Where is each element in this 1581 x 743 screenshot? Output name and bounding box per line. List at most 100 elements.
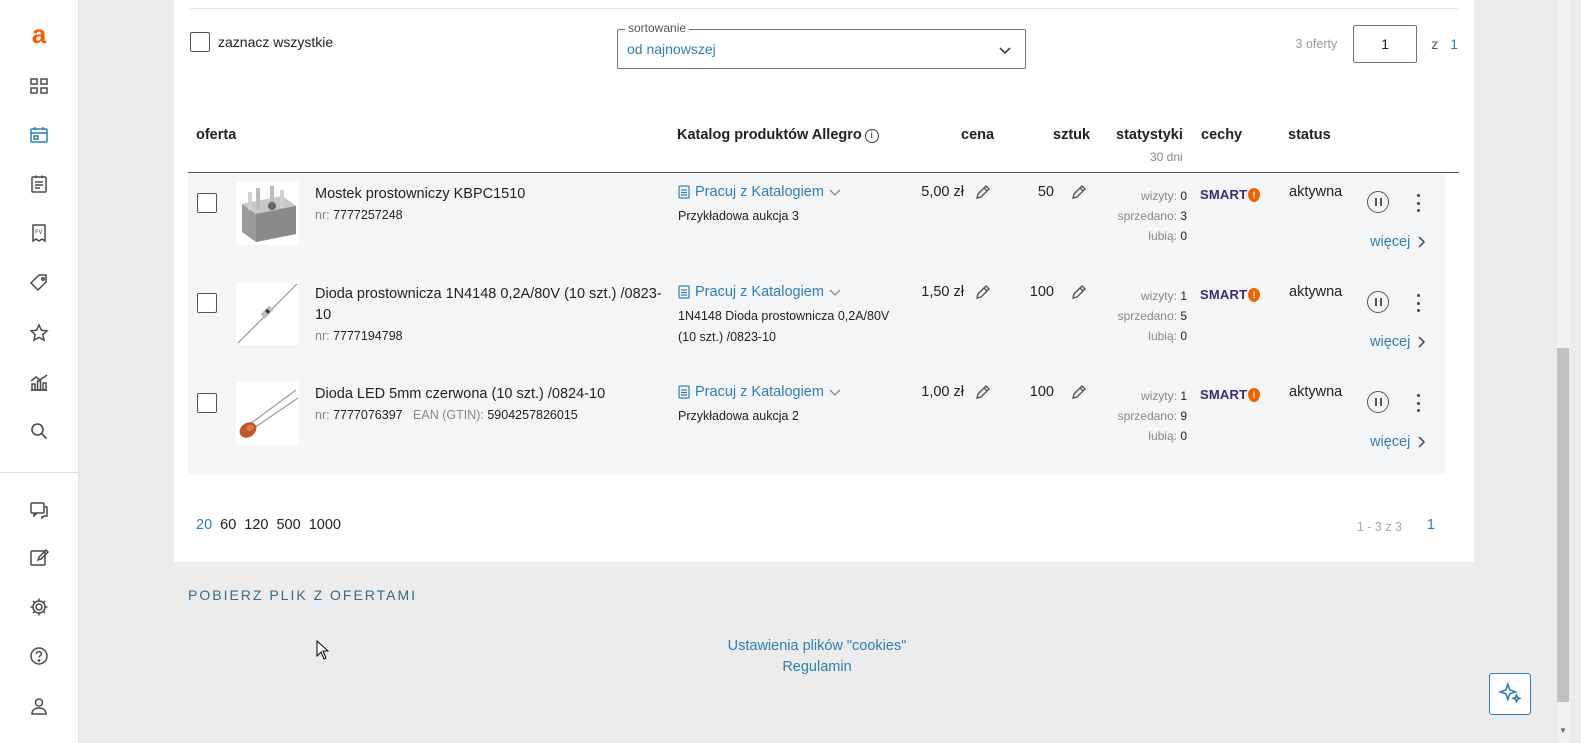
select-all-checkbox[interactable] bbox=[190, 32, 210, 52]
scroll-down-icon[interactable]: ▼ bbox=[1559, 727, 1567, 735]
header-divider bbox=[188, 172, 1459, 173]
more-link[interactable]: więcej bbox=[1370, 334, 1426, 350]
search-icon[interactable] bbox=[0, 411, 78, 451]
more-label: więcej bbox=[1370, 234, 1411, 250]
catalog-description: Przykładowa aukcja 3 bbox=[678, 209, 799, 223]
sold-label: sprzedano: bbox=[1117, 209, 1177, 223]
messages-icon[interactable] bbox=[0, 490, 78, 530]
status-value: aktywna bbox=[1289, 284, 1343, 300]
kebab-menu-icon[interactable] bbox=[1410, 392, 1426, 414]
smart-badge: SMART! bbox=[1200, 387, 1261, 402]
offer-title[interactable]: Mostek prostowniczy KBPC1510 nr: 7777257… bbox=[315, 184, 665, 226]
scrollbar-thumb[interactable] bbox=[1557, 348, 1569, 702]
quantity-value: 100 bbox=[1029, 284, 1054, 300]
product-image[interactable] bbox=[236, 382, 299, 445]
offer-title-text[interactable]: Dioda LED 5mm czerwona (10 szt.) /0824-1… bbox=[315, 384, 665, 405]
sort-select[interactable]: sortowanie od najnowszej bbox=[617, 21, 1026, 69]
sold-value: 9 bbox=[1180, 409, 1187, 423]
row-checkbox[interactable] bbox=[197, 393, 217, 413]
invoice-icon[interactable]: FV bbox=[0, 213, 78, 253]
offer-number: nr: 7777076397 EAN (GTIN): 5904257826015 bbox=[315, 405, 665, 426]
catalog-dropdown[interactable]: Pracuj z Katalogiem bbox=[678, 284, 898, 300]
kebab-menu-icon[interactable] bbox=[1410, 292, 1426, 314]
select-all[interactable]: zaznacz wszystkie bbox=[190, 32, 333, 52]
per-page-option[interactable]: 60 bbox=[220, 517, 236, 533]
edit-quantity-icon[interactable] bbox=[1070, 285, 1086, 301]
mouse-cursor-icon bbox=[316, 640, 330, 660]
product-image[interactable] bbox=[236, 282, 299, 345]
sidebar-divider bbox=[0, 472, 79, 473]
user-icon[interactable] bbox=[0, 686, 78, 726]
star-icon[interactable] bbox=[0, 313, 78, 353]
edit-quantity-icon[interactable] bbox=[1070, 385, 1086, 401]
product-image[interactable] bbox=[236, 182, 299, 245]
results-range: 1 - 3 z 3 bbox=[1356, 520, 1402, 534]
offers-icon[interactable] bbox=[0, 115, 78, 155]
ean-value: 5904257826015 bbox=[487, 408, 578, 422]
page-input[interactable] bbox=[1353, 25, 1418, 63]
page-link[interactable]: 1 bbox=[1427, 517, 1435, 533]
col-features-header: cechy bbox=[1201, 127, 1243, 143]
row-checkbox[interactable] bbox=[197, 293, 217, 313]
offer-number: nr: 7777257248 bbox=[315, 205, 665, 226]
nr-value: 7777257248 bbox=[333, 208, 403, 222]
smart-pin-icon: ! bbox=[1248, 187, 1261, 202]
per-page-option[interactable]: 120 bbox=[244, 517, 268, 533]
cookies-settings-link[interactable]: Ustawienia plików "cookies" bbox=[717, 636, 917, 657]
document-icon bbox=[678, 285, 690, 299]
ai-assistant-button[interactable] bbox=[1489, 673, 1531, 715]
price-value: 5,00 zł bbox=[921, 184, 964, 200]
per-page-option[interactable]: 500 bbox=[276, 517, 300, 533]
col-price-header[interactable]: cena bbox=[961, 127, 994, 143]
offer-title[interactable]: Dioda prostownicza 1N4148 0,2A/80V (10 s… bbox=[315, 284, 665, 347]
tag-icon[interactable] bbox=[0, 263, 78, 303]
allegro-logo[interactable]: a bbox=[0, 14, 78, 54]
row-checkbox[interactable] bbox=[197, 193, 217, 213]
more-link[interactable]: więcej bbox=[1370, 234, 1426, 250]
nr-label: nr: bbox=[315, 329, 330, 343]
stats-cell: wizyty: 1 sprzedano: 9 lubią: 0 bbox=[1118, 386, 1187, 446]
edit-price-icon[interactable] bbox=[974, 385, 990, 401]
catalog-dropdown[interactable]: Pracuj z Katalogiem bbox=[678, 184, 898, 200]
pause-button[interactable] bbox=[1367, 291, 1389, 313]
offer-title-text[interactable]: Mostek prostowniczy KBPC1510 bbox=[315, 184, 665, 205]
dashboard-icon[interactable] bbox=[0, 66, 78, 106]
kebab-menu-icon[interactable] bbox=[1410, 192, 1426, 214]
top-pager: 3 oferty z 1 bbox=[1296, 25, 1458, 63]
terms-link[interactable]: Regulamin bbox=[717, 657, 917, 678]
sold-value: 5 bbox=[1180, 309, 1187, 323]
total-pages-link[interactable]: 1 bbox=[1450, 36, 1458, 52]
info-icon[interactable]: i bbox=[864, 129, 879, 143]
offer-title-text[interactable]: Dioda prostownicza 1N4148 0,2A/80V (10 s… bbox=[315, 284, 665, 326]
edit-quantity-icon[interactable] bbox=[1070, 185, 1086, 201]
chevron-right-icon bbox=[1418, 436, 1426, 448]
edit-price-icon[interactable] bbox=[974, 285, 990, 301]
pause-button[interactable] bbox=[1367, 191, 1389, 213]
per-page-selector: 20 60 120 500 1000 bbox=[196, 517, 341, 533]
col-quantity-header[interactable]: sztuk bbox=[1053, 127, 1090, 143]
offers-count: 3 oferty bbox=[1295, 37, 1338, 51]
visits-value: 1 bbox=[1180, 289, 1187, 303]
offer-title[interactable]: Dioda LED 5mm czerwona (10 szt.) /0824-1… bbox=[315, 384, 665, 426]
download-offers-link[interactable]: POBIERZ PLIK Z OFERTAMI bbox=[188, 587, 417, 603]
chart-icon[interactable] bbox=[0, 362, 78, 402]
likes-label: lubią: bbox=[1148, 329, 1177, 343]
likes-value: 0 bbox=[1180, 229, 1187, 243]
per-page-option[interactable]: 20 bbox=[196, 517, 212, 533]
orders-icon[interactable] bbox=[0, 164, 78, 204]
document-icon bbox=[678, 385, 690, 399]
edit-price-icon[interactable] bbox=[974, 185, 990, 201]
edit-icon[interactable] bbox=[0, 538, 78, 578]
catalog-link-label: Pracuj z Katalogiem bbox=[695, 184, 824, 200]
top-divider bbox=[190, 8, 1458, 9]
catalog-dropdown[interactable]: Pracuj z Katalogiem bbox=[678, 384, 898, 400]
per-page-option[interactable]: 1000 bbox=[309, 517, 341, 533]
pause-button[interactable] bbox=[1367, 391, 1389, 413]
table-row: Dioda prostownicza 1N4148 0,2A/80V (10 s… bbox=[188, 274, 1446, 374]
sort-value: od najnowszej bbox=[627, 41, 716, 57]
sidebar: a FV bbox=[0, 0, 79, 743]
stats-cell: wizyty: 0 sprzedano: 3 lubią: 0 bbox=[1118, 186, 1187, 246]
help-icon[interactable] bbox=[0, 636, 78, 676]
more-link[interactable]: więcej bbox=[1370, 434, 1426, 450]
gear-icon[interactable] bbox=[0, 587, 78, 627]
